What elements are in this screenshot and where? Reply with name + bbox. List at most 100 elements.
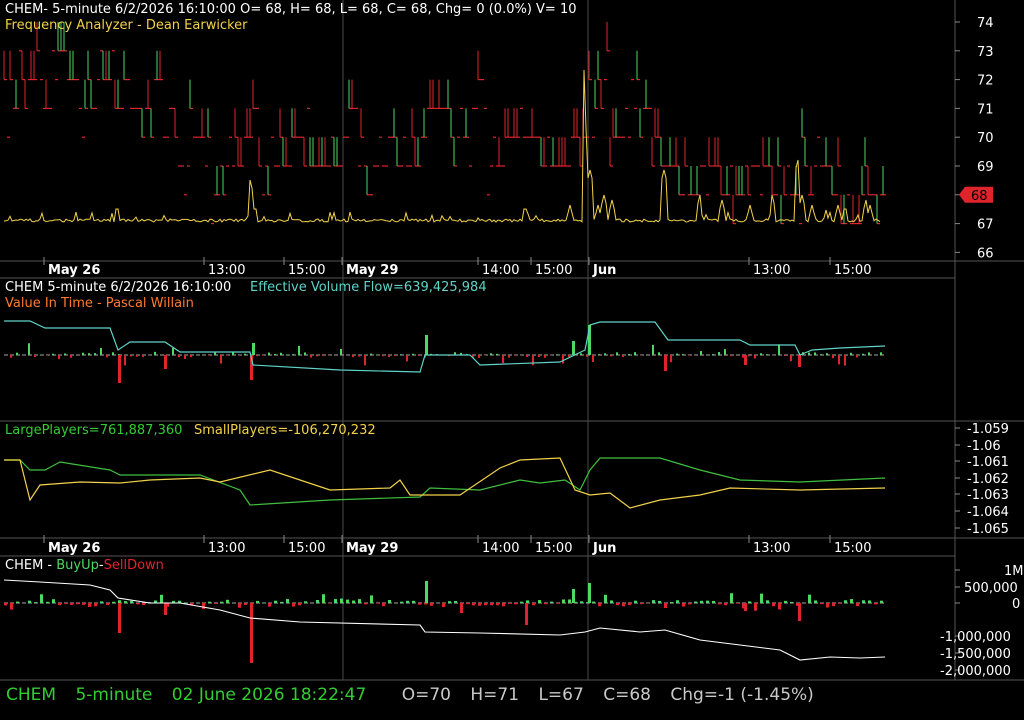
volume-bar	[412, 353, 414, 355]
buysell-bar	[70, 603, 73, 605]
volume-bar	[784, 355, 786, 357]
buysell-bar	[712, 600, 715, 603]
volume-bar	[724, 349, 726, 355]
volume-bar	[370, 353, 372, 355]
volume-bar	[562, 355, 564, 364]
volume-bar	[742, 355, 744, 358]
volume-bar-spike	[118, 355, 121, 383]
buysell-bar	[538, 600, 541, 603]
buysell-bar	[352, 600, 355, 603]
volume-bar	[616, 352, 618, 355]
buysell-bar	[808, 594, 811, 603]
volume-bar	[856, 355, 858, 358]
volume-bar	[754, 355, 756, 359]
buysell-bar	[46, 601, 49, 603]
players-axis-label: -1.061	[967, 455, 1009, 470]
buysell-bar	[220, 601, 223, 603]
buysell-bar-spike	[118, 603, 121, 633]
buysell-bar	[628, 603, 631, 606]
x-axis-label-bottom: 14:00	[482, 541, 519, 556]
buyup-selldown-label: CHEM - BuyUp-SellDown	[5, 558, 164, 574]
buysell-bar	[430, 603, 433, 606]
volume-bar	[766, 354, 768, 355]
volume-panel-header: CHEM 5-minute 6/2/2026 16:10:00	[5, 280, 232, 295]
buysell-bar	[520, 601, 523, 603]
buysell-bar	[514, 603, 517, 605]
volume-bar	[844, 355, 846, 366]
status-open: O=70	[401, 685, 451, 705]
chart-canvas[interactable]: 74737271706968676668May 2613:0015:00May …	[0, 0, 1024, 720]
volume-bar	[34, 355, 36, 357]
buysell-bar-spike	[525, 603, 528, 625]
volume-bar	[124, 355, 126, 366]
volume-bar	[418, 355, 420, 356]
buysell-axis-label: 500,000	[964, 581, 1018, 596]
buysell-bar	[826, 603, 829, 608]
volume-bar	[604, 353, 606, 355]
buysell-bar	[700, 600, 703, 603]
volume-bar	[382, 355, 384, 357]
volume-bar-spike	[572, 341, 575, 355]
volume-bar	[118, 354, 120, 355]
volume-bar	[850, 352, 852, 355]
players-axis-label: -1.06	[967, 439, 1001, 454]
players-axis-label: -1.059	[967, 422, 1009, 437]
volume-bar	[718, 352, 720, 355]
x-axis-label-bottom: 15:00	[834, 541, 871, 556]
buysell-bar-spike	[572, 589, 575, 603]
volume-bar	[532, 355, 534, 366]
buysell-bar	[400, 601, 403, 603]
buysell-bar	[88, 603, 91, 608]
buysell-bar	[670, 602, 673, 603]
buysell-bar	[814, 600, 817, 603]
buysell-bar	[292, 603, 295, 607]
volume-bar	[388, 355, 390, 358]
status-interval: 5-minute	[75, 685, 153, 705]
volume-bar	[226, 355, 228, 356]
volume-bar	[322, 355, 324, 357]
x-axis-label-top: 15:00	[288, 263, 325, 278]
buysell-bar	[502, 603, 505, 607]
buysell-bar	[652, 600, 655, 603]
x-axis-label-top: 13:00	[208, 263, 245, 278]
last-price-value: 68	[971, 189, 988, 204]
buysell-bar	[706, 600, 709, 603]
volume-bar	[268, 352, 270, 355]
buysell-bar	[718, 603, 721, 605]
buysell-bar	[286, 599, 289, 603]
volume-bar	[352, 355, 354, 358]
effective-volume-flow-line	[4, 320, 886, 373]
buysell-bar	[214, 603, 217, 605]
x-axis-label-top: 13:00	[753, 263, 790, 278]
players-axis-label: -1.062	[967, 472, 1009, 487]
buysell-bar	[124, 601, 127, 603]
buysell-bar	[568, 599, 571, 603]
buysell-bar	[622, 603, 625, 607]
buysell-bar	[490, 603, 493, 606]
price-axis-label: 69	[977, 160, 994, 175]
buysell-bar	[772, 603, 775, 607]
buysell-bar	[280, 601, 283, 603]
volume-bar	[394, 355, 396, 357]
volume-bar	[556, 354, 558, 355]
price-axis-label: 74	[977, 16, 994, 31]
volume-bar	[184, 355, 186, 359]
buysell-bar	[562, 599, 565, 603]
buysell-bar	[532, 603, 535, 606]
buysell-bar	[268, 603, 271, 607]
buysell-bar	[682, 603, 685, 607]
volume-bar	[808, 352, 810, 355]
buysell-bar	[592, 601, 595, 603]
buysell-bar	[604, 594, 607, 603]
volume-bar	[730, 355, 732, 357]
buysell-bar	[748, 601, 751, 603]
buysell-bar	[346, 599, 349, 603]
buysell-bar	[874, 603, 877, 605]
buysell-bar	[244, 603, 247, 605]
volume-bar	[400, 354, 402, 355]
buysell-bar	[52, 599, 55, 603]
buysell-bar	[316, 599, 319, 603]
volume-bar	[286, 354, 288, 355]
volume-bar	[244, 353, 246, 355]
buysell-bar	[844, 600, 847, 603]
